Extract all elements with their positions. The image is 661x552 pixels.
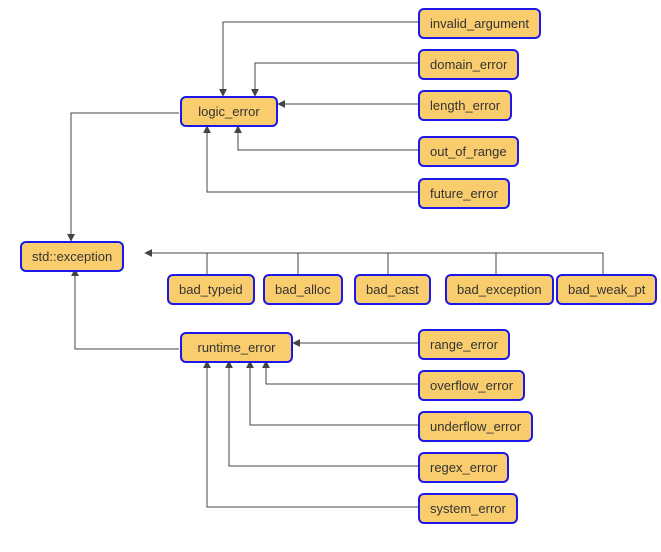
node-future-error: future_error — [418, 178, 510, 209]
node-bad-cast: bad_cast — [354, 274, 431, 305]
node-bad-alloc: bad_alloc — [263, 274, 343, 305]
node-bad-weak-pt: bad_weak_pt — [556, 274, 657, 305]
node-std-exception: std::exception — [20, 241, 124, 272]
node-length-error: length_error — [418, 90, 512, 121]
node-bad-exception: bad_exception — [445, 274, 554, 305]
node-bad-typeid: bad_typeid — [167, 274, 255, 305]
node-regex-error: regex_error — [418, 452, 509, 483]
diagram-canvas: std::exception logic_error invalid_argum… — [0, 0, 661, 552]
node-range-error: range_error — [418, 329, 510, 360]
node-out-of-range: out_of_range — [418, 136, 519, 167]
node-invalid-argument: invalid_argument — [418, 8, 541, 39]
node-overflow-error: overflow_error — [418, 370, 525, 401]
node-underflow-error: underflow_error — [418, 411, 533, 442]
node-runtime-error: runtime_error — [180, 332, 293, 363]
node-system-error: system_error — [418, 493, 518, 524]
node-domain-error: domain_error — [418, 49, 519, 80]
node-logic-error: logic_error — [180, 96, 278, 127]
